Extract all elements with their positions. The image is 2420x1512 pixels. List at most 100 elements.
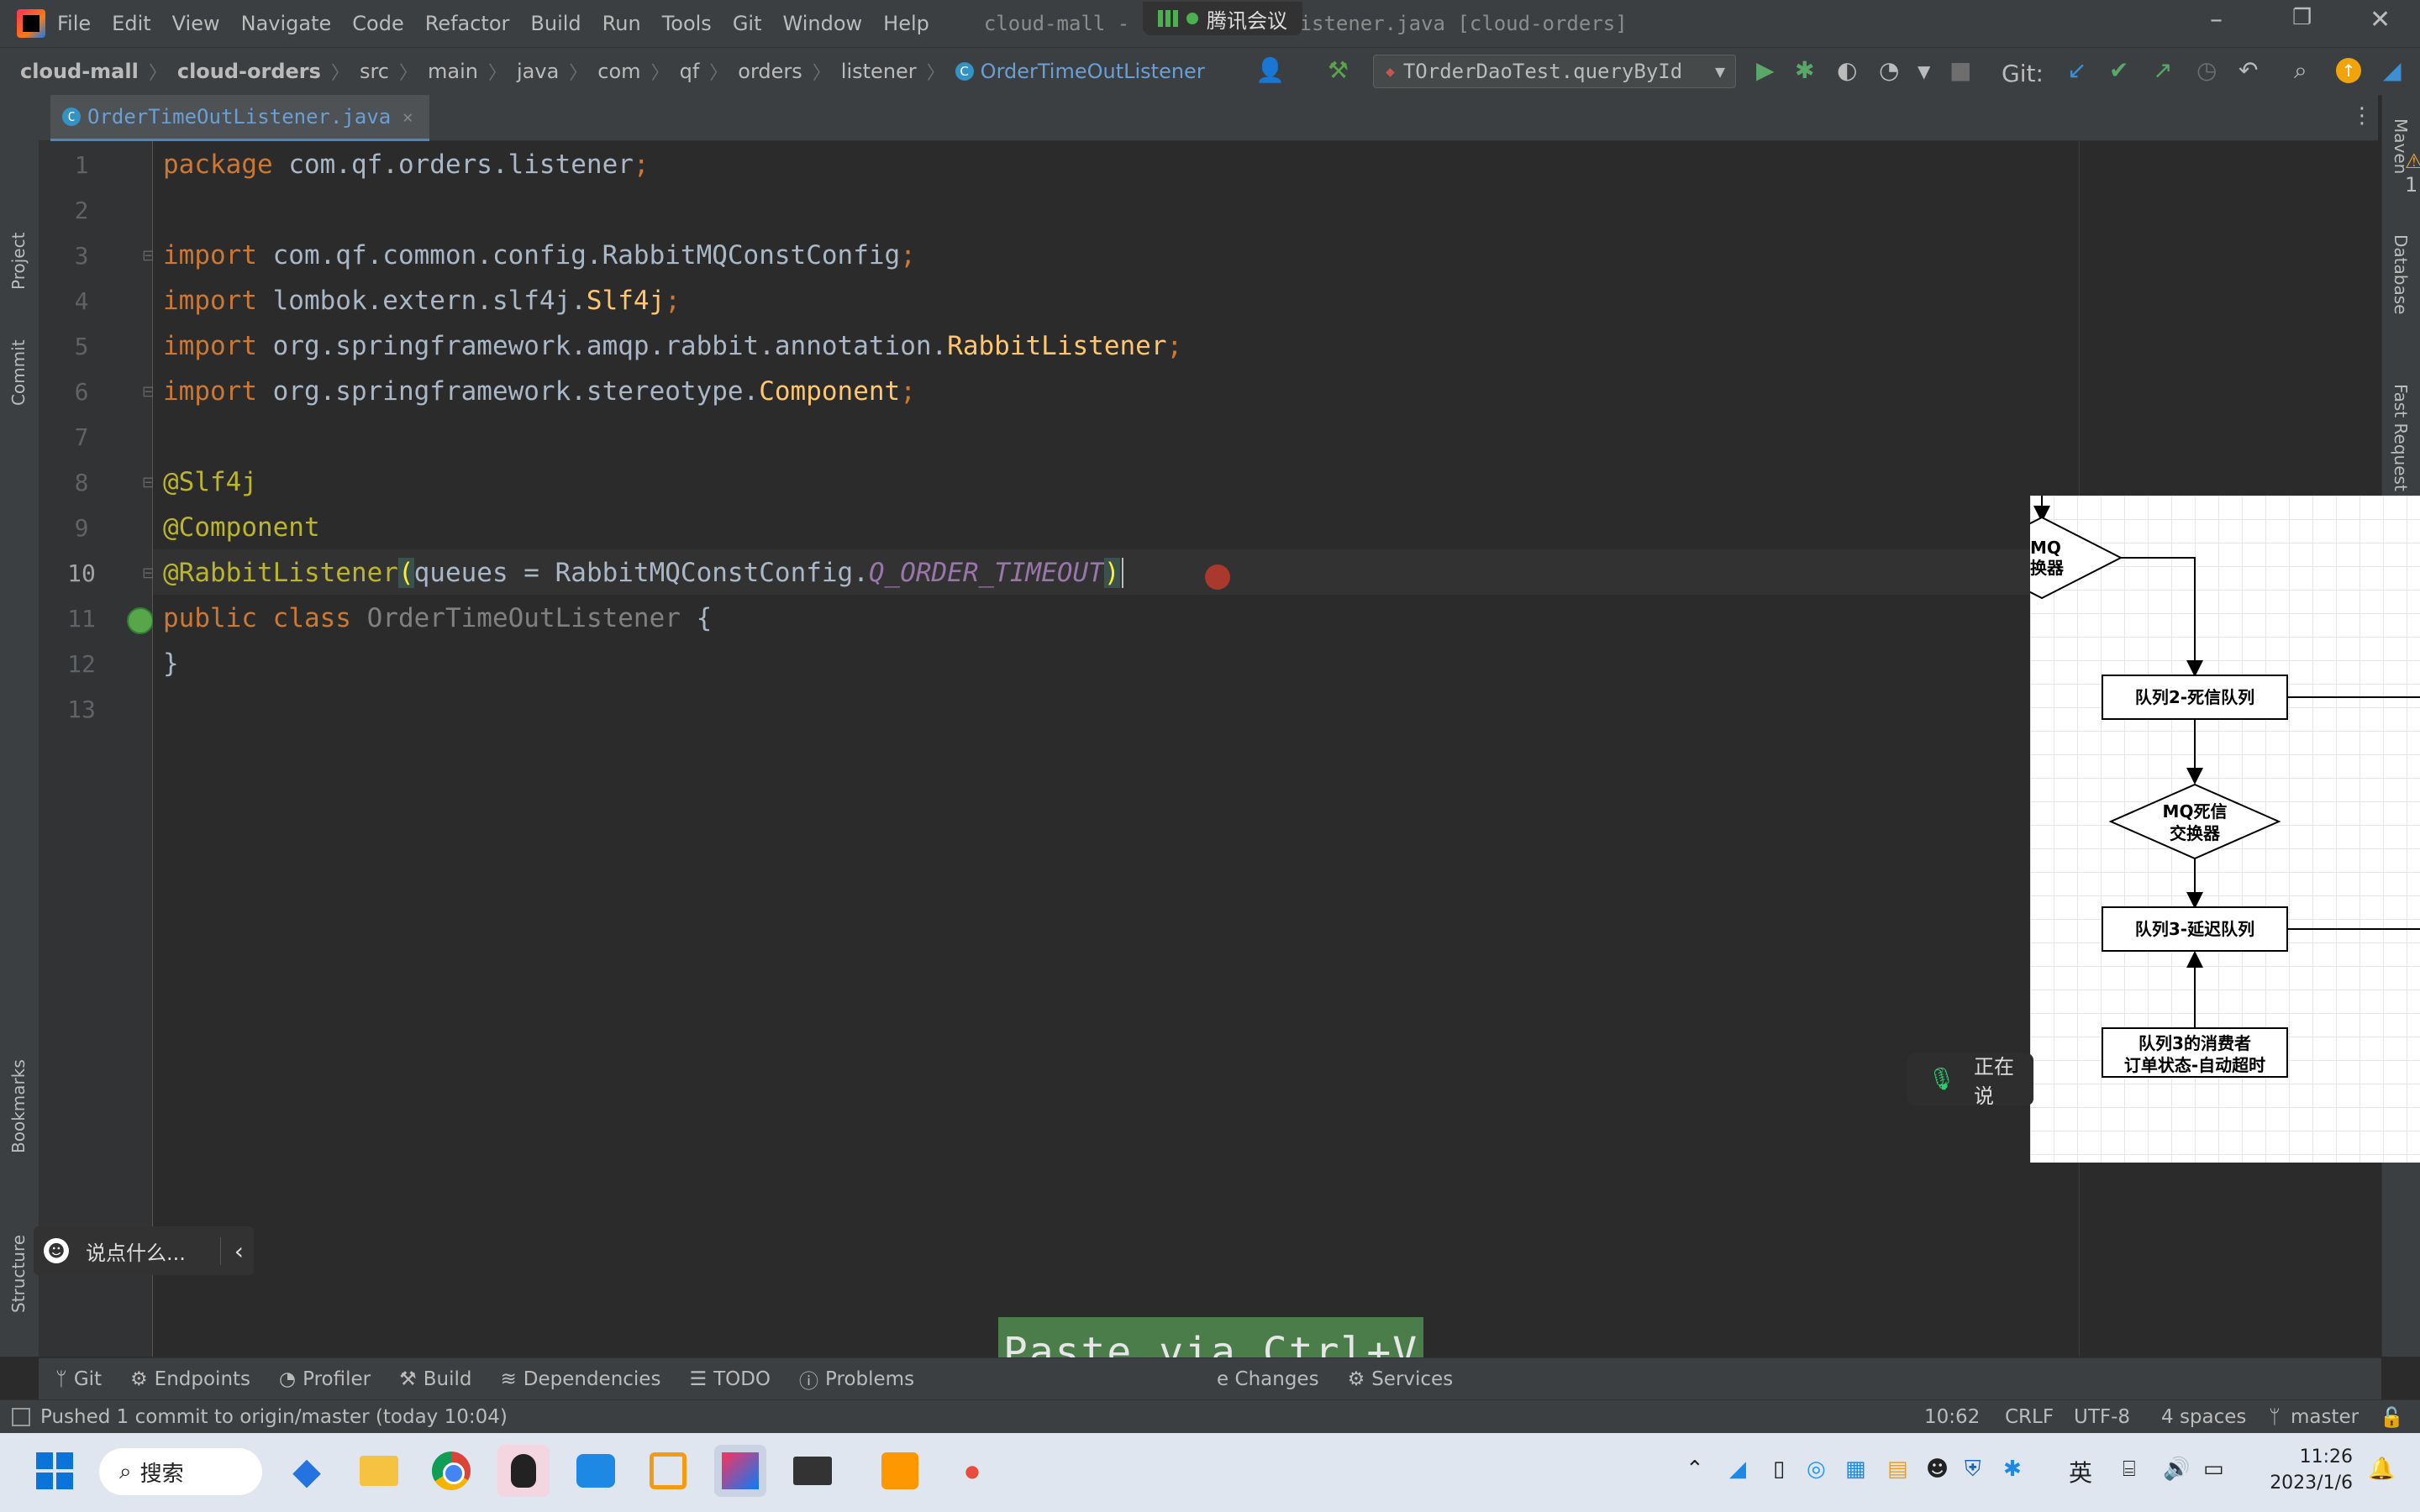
breadcrumb-orders[interactable]: orders bbox=[738, 60, 802, 83]
more-tabs-icon[interactable]: ⋮ bbox=[2351, 103, 2373, 129]
git-update-icon[interactable]: ↙ bbox=[2067, 56, 2086, 84]
menu-git[interactable]: Git bbox=[733, 12, 762, 35]
tool-tab-git[interactable]: ᛘ Git bbox=[55, 1368, 102, 1390]
tray-bluetooth-icon[interactable]: ✱ bbox=[2003, 1457, 2022, 1482]
tray-app-icon[interactable]: ▦ bbox=[1845, 1457, 1866, 1482]
tray-grid-icon[interactable]: ▤ bbox=[1887, 1457, 1908, 1482]
git-history-icon[interactable]: ◷ bbox=[2196, 56, 2217, 84]
menu-view[interactable]: View bbox=[172, 12, 220, 35]
windows-start-icon[interactable] bbox=[29, 1445, 81, 1497]
plugin-icon[interactable]: ◢ bbox=[2383, 56, 2402, 84]
qq-icon[interactable] bbox=[497, 1445, 550, 1497]
menu-refactor[interactable]: Refactor bbox=[425, 12, 510, 35]
spring-bean-gutter-icon[interactable] bbox=[127, 607, 154, 634]
flowchart-overlay[interactable]: MQ 换器 队列2-死信队列 MQ死信 交换器 队列3-延迟队列 队列3的消费者… bbox=[2030, 496, 2420, 1163]
taskbar-clock[interactable]: 11:26 2023/1/6 bbox=[2260, 1446, 2353, 1494]
tray-lark-icon[interactable]: ◢ bbox=[1729, 1457, 1746, 1482]
commit-tool-tab[interactable]: Commit bbox=[8, 339, 29, 406]
tray-sync-icon[interactable]: ◎ bbox=[1807, 1457, 1826, 1482]
taskbar-search[interactable]: ⌕ 搜索 bbox=[99, 1448, 262, 1495]
git-push-icon[interactable]: ↗ bbox=[2153, 56, 2172, 84]
search-icon[interactable]: ⌕ bbox=[2294, 56, 2307, 85]
menu-tools[interactable]: Tools bbox=[662, 12, 712, 35]
vmware-icon[interactable] bbox=[642, 1445, 694, 1497]
inspection-widget[interactable]: ⚠ 1 ⌃ ⌄ bbox=[2405, 150, 2420, 244]
restore-icon[interactable]: ❐ bbox=[2292, 5, 2312, 30]
breadcrumb-java[interactable]: java bbox=[517, 60, 559, 83]
menu-build[interactable]: Build bbox=[530, 12, 581, 35]
breadcrumb-src[interactable]: src bbox=[360, 60, 389, 83]
chrome-icon[interactable] bbox=[425, 1445, 477, 1497]
volume-icon[interactable]: 🔊 bbox=[2163, 1457, 2190, 1482]
remote-desktop-icon[interactable] bbox=[786, 1445, 839, 1497]
caret-position[interactable]: 10:62 bbox=[1924, 1406, 1980, 1428]
tool-tab-endpoints[interactable]: ⚙ Endpoints bbox=[130, 1368, 250, 1390]
minimize-icon[interactable]: – bbox=[2210, 5, 2223, 34]
tab-order-timeout-listener[interactable]: C OrderTimeOutListener.java ✕ bbox=[50, 95, 430, 142]
menu-file[interactable]: File bbox=[57, 12, 91, 35]
git-commit-icon[interactable]: ✔ bbox=[2109, 56, 2128, 84]
menu-code[interactable]: Code bbox=[352, 12, 403, 35]
stop-icon[interactable]: ■ bbox=[1949, 56, 1971, 84]
project-tool-tab[interactable]: Project bbox=[8, 233, 29, 290]
vscode-icon[interactable]: ◆ bbox=[281, 1445, 333, 1497]
status-message[interactable]: Pushed 1 commit to origin/master (today … bbox=[40, 1406, 508, 1428]
indent-setting[interactable]: 4 spaces bbox=[2161, 1406, 2246, 1428]
breadcrumb-listener[interactable]: listener bbox=[841, 60, 917, 83]
voice-indicator[interactable]: 🎙 正在说 bbox=[1907, 1053, 2033, 1108]
bookmarks-tool-tab[interactable]: Bookmarks bbox=[8, 1059, 29, 1153]
tray-qq-icon[interactable]: ☻ bbox=[1926, 1457, 1949, 1482]
network-icon[interactable]: ⌸ bbox=[2123, 1457, 2136, 1483]
tool-tab-changes[interactable]: e Changes bbox=[1217, 1368, 1319, 1390]
menu-window[interactable]: Window bbox=[783, 12, 863, 35]
tray-usb-icon[interactable]: ▯ bbox=[1773, 1457, 1785, 1482]
emoji-icon[interactable]: ☻ bbox=[44, 1238, 69, 1263]
profile-icon[interactable]: ◔ bbox=[1879, 56, 1899, 84]
breadcrumb-project[interactable]: cloud-mall bbox=[20, 60, 139, 83]
update-icon[interactable]: ↑ bbox=[2336, 58, 2361, 83]
more-run-chevron-icon[interactable]: ▼ bbox=[1918, 61, 1930, 81]
fast-request-tool-tab[interactable]: Fast Request bbox=[2391, 384, 2411, 491]
database-tool-tab[interactable]: Database bbox=[2391, 234, 2411, 314]
run-icon[interactable]: ▶ bbox=[1756, 56, 1775, 84]
breadcrumb-com[interactable]: com bbox=[597, 60, 640, 83]
collapse-chevron-icon[interactable]: ‹ bbox=[219, 1236, 244, 1265]
recorder-icon[interactable]: ● bbox=[946, 1445, 998, 1497]
file-encoding[interactable]: UTF-8 bbox=[2074, 1406, 2130, 1428]
tool-tab-build[interactable]: ⚒ Build bbox=[399, 1368, 471, 1390]
git-branch[interactable]: master bbox=[2291, 1406, 2359, 1428]
line-separator[interactable]: CRLF bbox=[2005, 1406, 2054, 1428]
structure-tool-tab[interactable]: Structure bbox=[8, 1235, 29, 1313]
run-configuration-select[interactable]: ◆ TOrderDaoTest.queryById ▼ bbox=[1373, 55, 1736, 88]
chat-placeholder[interactable]: 说点什么... bbox=[86, 1236, 186, 1266]
tool-tab-todo[interactable]: ☰ TODO bbox=[689, 1368, 771, 1390]
battery-icon[interactable]: ▭ bbox=[2203, 1457, 2224, 1482]
tool-tab-dependencies[interactable]: ≋ Dependencies bbox=[500, 1368, 660, 1390]
sublime-icon[interactable] bbox=[874, 1445, 926, 1497]
menu-navigate[interactable]: Navigate bbox=[241, 12, 332, 35]
tray-shield-icon[interactable]: ⛨ bbox=[1965, 1457, 1981, 1483]
ime-indicator[interactable]: 英 bbox=[2069, 1455, 2092, 1488]
tool-tab-profiler[interactable]: ◔ Profiler bbox=[279, 1368, 371, 1390]
notification-bell-icon[interactable]: 🔔 bbox=[2368, 1457, 2395, 1482]
chat-input-bar[interactable]: ☻ 说点什么... ‹ bbox=[34, 1226, 254, 1275]
coverage-icon[interactable]: ◐ bbox=[1837, 56, 1857, 84]
tab-close-icon[interactable]: ✕ bbox=[402, 107, 413, 127]
debug-icon[interactable]: ✱ bbox=[1795, 56, 1814, 84]
meeting-badge[interactable]: 腾讯会议 bbox=[1143, 2, 1302, 35]
menu-help[interactable]: Help bbox=[883, 12, 929, 35]
tool-tab-services[interactable]: ⚙ Services bbox=[1348, 1368, 1454, 1390]
build-hammer-icon[interactable]: ⚒ bbox=[1328, 56, 1349, 84]
breadcrumb-module[interactable]: cloud-orders bbox=[177, 60, 321, 83]
status-frame-icon[interactable] bbox=[12, 1408, 30, 1426]
menu-edit[interactable]: Edit bbox=[112, 12, 150, 35]
menu-run[interactable]: Run bbox=[602, 12, 641, 35]
breadcrumb-qf[interactable]: qf bbox=[680, 60, 700, 83]
lock-icon[interactable]: 🔓 bbox=[2380, 1406, 2404, 1429]
lark-icon[interactable] bbox=[570, 1445, 622, 1497]
close-icon[interactable]: ✕ bbox=[2370, 5, 2391, 34]
breadcrumb-class[interactable]: OrderTimeOutListener bbox=[981, 60, 1205, 83]
file-explorer-icon[interactable] bbox=[353, 1445, 405, 1497]
rollback-icon[interactable]: ↶ bbox=[2238, 56, 2258, 84]
tray-chevron-up-icon[interactable]: ⌃ bbox=[1686, 1457, 1704, 1482]
